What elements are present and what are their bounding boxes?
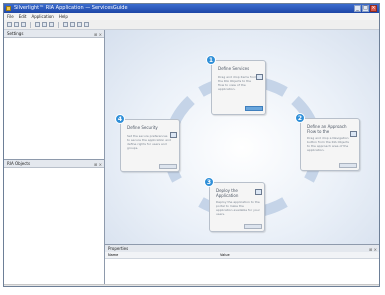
step-card-define-security[interactable]: Define Security Set the secure preferenc…: [120, 119, 180, 172]
left-panel: Settings ⊞ × RIA Objects ⊞ ×: [4, 30, 105, 284]
properties-panel-title: Properties: [108, 246, 129, 251]
properties-grid-header: Name Value: [105, 252, 379, 259]
copy-icon[interactable]: [42, 22, 47, 27]
close-button[interactable]: ×: [370, 5, 377, 12]
ria-objects-pane: RIA Objects ⊞ ×: [4, 159, 104, 168]
pin-icon[interactable]: ⊞ ×: [94, 31, 102, 38]
workflow-canvas: Define Services Drag and drop items from…: [105, 30, 379, 244]
step-title: Define Services: [218, 66, 250, 71]
toolbar-separator: [58, 21, 59, 28]
application-window: Silverlight™ RIA Application — ServicesG…: [3, 3, 380, 287]
step-description: Set the secure preferences to secure the…: [127, 134, 171, 150]
save-icon[interactable]: [21, 22, 26, 27]
open-icon[interactable]: [14, 22, 19, 27]
step-number-badge: 2: [295, 113, 305, 123]
menu-file[interactable]: File: [7, 13, 14, 20]
menu-edit[interactable]: Edit: [19, 13, 27, 20]
settings-pane-title: Settings: [7, 31, 24, 36]
step-description: Deploy the application to the portal to …: [216, 200, 260, 216]
redo-icon[interactable]: [70, 22, 75, 27]
menu-bar: File Edit Application Help: [4, 13, 379, 20]
step-action-button[interactable]: [159, 164, 177, 169]
ria-objects-pane-title: RIA Objects: [7, 161, 31, 166]
step-title-line2: Application: [216, 193, 239, 198]
security-icon: [170, 132, 177, 138]
server-icon: [256, 74, 263, 80]
run-icon[interactable]: [77, 22, 82, 27]
step-title-line2: Flow to the: [307, 129, 330, 134]
maximize-button[interactable]: □: [362, 5, 369, 12]
step-card-define-approach[interactable]: Define an Approach Flow to the Drag and …: [300, 118, 360, 171]
status-bar: [4, 284, 379, 286]
step-card-define-services[interactable]: Define Services Drag and drop items from…: [211, 60, 266, 115]
menu-help[interactable]: Help: [59, 13, 68, 20]
window-title: Silverlight™ RIA Application — ServicesG…: [14, 5, 128, 11]
title-bar[interactable]: Silverlight™ RIA Application — ServicesG…: [4, 4, 379, 13]
deploy-icon: [255, 189, 262, 195]
properties-panel: Properties ⊞ × Name Value: [105, 244, 379, 285]
step-action-button[interactable]: [245, 106, 263, 111]
step-title: Define Security: [127, 125, 158, 130]
step-action-button[interactable]: [244, 224, 262, 229]
toolbar-separator: [30, 21, 31, 28]
settings-pane-header: Settings ⊞ ×: [4, 30, 104, 38]
new-icon[interactable]: [7, 22, 12, 27]
step-card-deploy-application[interactable]: Deploy the Application Deploy the applic…: [209, 182, 265, 232]
step-number-badge: 3: [204, 177, 214, 187]
cut-icon[interactable]: [35, 22, 40, 27]
menu-application[interactable]: Application: [31, 13, 53, 20]
undo-icon[interactable]: [63, 22, 68, 27]
pin-icon[interactable]: ⊞ ×: [94, 161, 102, 168]
column-header-name[interactable]: Name: [108, 252, 118, 258]
ria-objects-pane-header: RIA Objects ⊞ ×: [4, 160, 104, 168]
step-number-badge: 4: [115, 114, 125, 124]
help-icon[interactable]: [84, 22, 89, 27]
step-description: Drag and drop a Navigation button from t…: [307, 136, 349, 152]
step-number-badge: 1: [206, 55, 216, 65]
flow-icon: [350, 131, 357, 137]
paste-icon[interactable]: [49, 22, 54, 27]
minimize-button[interactable]: _: [354, 5, 361, 12]
toolbar: [4, 20, 379, 30]
app-icon: [6, 6, 11, 11]
step-action-button[interactable]: [339, 163, 357, 168]
column-header-value[interactable]: Value: [220, 252, 230, 258]
step-description: Drag and drop items from the RIA Objects…: [218, 75, 257, 91]
